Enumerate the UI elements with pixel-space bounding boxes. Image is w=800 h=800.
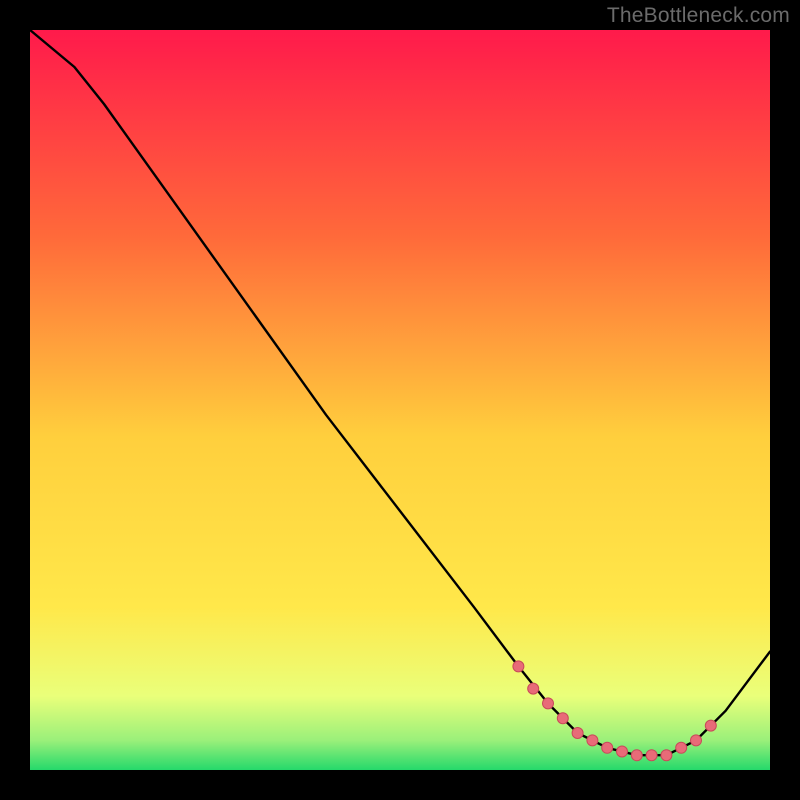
optimal-marker <box>691 735 702 746</box>
optimal-marker <box>646 750 657 761</box>
optimal-marker <box>661 750 672 761</box>
optimal-marker <box>528 683 539 694</box>
optimal-marker <box>513 661 524 672</box>
optimal-marker <box>557 713 568 724</box>
optimal-marker <box>705 720 716 731</box>
watermark-text: TheBottleneck.com <box>607 4 790 28</box>
plot-area <box>30 30 770 770</box>
chart-svg <box>30 30 770 770</box>
optimal-marker <box>543 698 554 709</box>
optimal-marker <box>631 750 642 761</box>
chart-frame: TheBottleneck.com <box>0 0 800 800</box>
gradient-background <box>30 30 770 770</box>
optimal-marker <box>676 742 687 753</box>
optimal-marker <box>617 746 628 757</box>
optimal-marker <box>572 728 583 739</box>
optimal-marker <box>602 742 613 753</box>
optimal-marker <box>587 735 598 746</box>
